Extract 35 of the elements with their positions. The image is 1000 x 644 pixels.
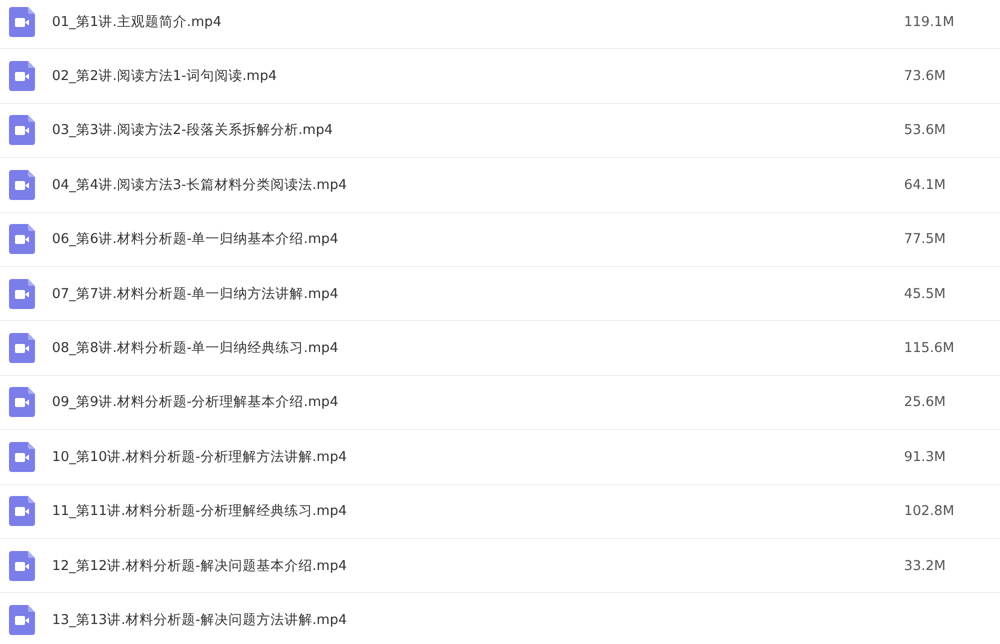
file-name[interactable]: 02_第2讲.阅读方法1-词句阅读.mp4: [52, 67, 904, 86]
video-file-icon: [9, 115, 35, 146]
video-file-icon: [9, 170, 35, 200]
file-name[interactable]: 01_第1讲.主观题简介.mp4: [52, 12, 904, 31]
file-size: 119.1M: [904, 14, 954, 30]
file-size: 73.6M: [904, 68, 946, 84]
video-file-icon: [9, 333, 35, 364]
file-name[interactable]: 03_第3讲.阅读方法2-段落关系拆解分析.mp4: [52, 121, 904, 140]
file-name[interactable]: 09_第9讲.材料分析题-分析理解基本介绍.mp4: [52, 393, 904, 412]
file-size: 25.6M: [904, 394, 946, 410]
video-file-icon: [9, 442, 35, 472]
file-size: 45.5M: [904, 286, 946, 302]
video-file-icon: [9, 278, 35, 309]
video-file-icon: [9, 6, 35, 37]
file-size: 115.6M: [904, 340, 954, 356]
video-file-icon: [9, 550, 35, 581]
file-size: 64.1M: [904, 176, 946, 193]
file-name[interactable]: 07_第7讲.材料分析题-单一归纳方法讲解.mp4: [52, 284, 904, 303]
file-size: 33.2M: [904, 558, 946, 574]
file-name[interactable]: 12_第12讲.材料分析题-解决问题基本介绍.mp4: [52, 556, 904, 575]
file-name[interactable]: 11_第11讲.材料分析题-分析理解经典练习.mp4: [52, 502, 904, 520]
file-size: 53.6M: [904, 122, 946, 138]
video-file-icon: [9, 224, 35, 254]
file-name[interactable]: 04_第4讲.阅读方法3-长篇材料分类阅读法.mp4: [52, 176, 904, 194]
file-size: 77.5M: [904, 231, 946, 248]
file-name[interactable]: 08_第8讲.材料分析题-单一归纳经典练习.mp4: [52, 339, 904, 358]
file-name[interactable]: 10_第10讲.材料分析题-分析理解方法讲解.mp4: [52, 448, 904, 466]
video-file-icon: [9, 61, 35, 92]
file-name[interactable]: 06_第6讲.材料分析题-单一归纳基本介绍.mp4: [52, 230, 904, 248]
file-name[interactable]: 13_第13讲.材料分析题-解决问题方法讲解.mp4: [52, 610, 904, 629]
video-file-icon: [9, 387, 35, 418]
file-size: 91.3M: [904, 448, 946, 465]
video-file-icon: [9, 496, 35, 526]
video-file-icon: [9, 604, 35, 635]
file-size: 102.8M: [904, 503, 954, 520]
